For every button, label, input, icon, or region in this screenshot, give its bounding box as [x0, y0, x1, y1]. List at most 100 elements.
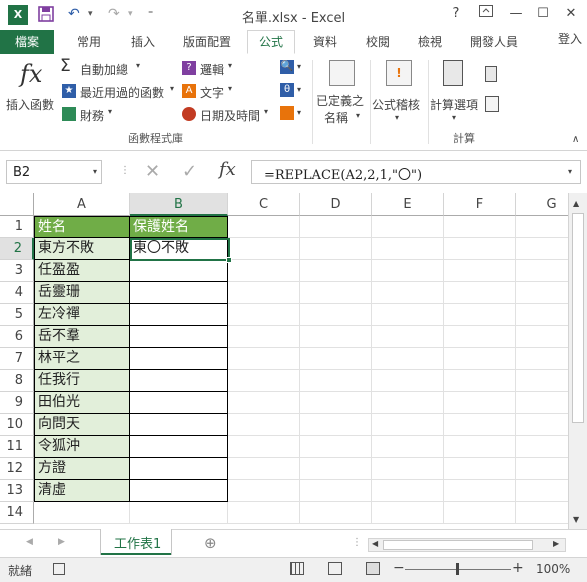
zoom-slider-thumb[interactable] — [456, 563, 459, 575]
cell-b14[interactable] — [130, 502, 228, 524]
cell-b9[interactable] — [130, 392, 228, 414]
column-header-e[interactable]: E — [372, 193, 444, 216]
cell-b11[interactable] — [130, 436, 228, 458]
calc-options-button[interactable]: 計算選項 ▾ — [430, 58, 482, 126]
cell-a7[interactable]: 林平之 — [34, 348, 130, 370]
cell-b5[interactable] — [130, 304, 228, 326]
cell-d12[interactable] — [300, 458, 372, 480]
add-sheet-icon[interactable]: ⊕ — [204, 534, 217, 552]
more-functions-button[interactable]: ▾ — [280, 106, 308, 124]
zoom-in-button[interactable]: + — [512, 560, 524, 576]
calc-sheet-icon[interactable] — [485, 96, 499, 112]
cell-e2[interactable] — [372, 238, 444, 260]
drag-handle-icon[interactable]: ⋮ — [120, 165, 130, 176]
cell-c12[interactable] — [228, 458, 300, 480]
cell-a8[interactable]: 任我行 — [34, 370, 130, 392]
scroll-down-icon[interactable]: ▼ — [573, 515, 579, 524]
row-header-5[interactable]: 5 — [0, 304, 34, 326]
cell-g2[interactable] — [516, 238, 568, 260]
cell-a4[interactable]: 岳靈珊 — [34, 282, 130, 304]
close-button[interactable]: ✕ — [558, 4, 584, 24]
column-header-a[interactable]: A — [34, 193, 130, 216]
cell-g4[interactable] — [516, 282, 568, 304]
cell-d3[interactable] — [300, 260, 372, 282]
cell-g3[interactable] — [516, 260, 568, 282]
logical-button[interactable]: ? 邏輯 ▾ — [180, 58, 250, 78]
cell-b3[interactable] — [130, 260, 228, 282]
tab-home[interactable]: 常用 — [77, 33, 101, 50]
cell-g11[interactable] — [516, 436, 568, 458]
cell-b10[interactable] — [130, 414, 228, 436]
next-sheet-icon[interactable]: ▶ — [58, 537, 65, 547]
calc-now-icon[interactable] — [485, 66, 497, 82]
tab-view[interactable]: 檢視 — [418, 33, 442, 50]
row-header-12[interactable]: 12 — [0, 458, 34, 480]
scroll-left-icon[interactable]: ◀ — [372, 539, 378, 548]
row-header-1[interactable]: 1 — [0, 216, 34, 238]
cell-a12[interactable]: 方證 — [34, 458, 130, 480]
cell-g5[interactable] — [516, 304, 568, 326]
cell-a10[interactable]: 向問天 — [34, 414, 130, 436]
cell-f2[interactable] — [444, 238, 516, 260]
cell-g9[interactable] — [516, 392, 568, 414]
cell-c1[interactable] — [228, 216, 300, 238]
cell-e8[interactable] — [372, 370, 444, 392]
row-header-13[interactable]: 13 — [0, 480, 34, 502]
cell-c4[interactable] — [228, 282, 300, 304]
scroll-thumb[interactable] — [572, 213, 584, 423]
horizontal-scrollbar[interactable]: ◀ ▶ — [368, 538, 566, 552]
cell-e9[interactable] — [372, 392, 444, 414]
cell-e14[interactable] — [372, 502, 444, 524]
sheet-tab-1[interactable]: 工作表1 — [101, 529, 171, 555]
financial-button[interactable]: 財務 ▾ — [60, 104, 130, 124]
cell-a11[interactable]: 令狐沖 — [34, 436, 130, 458]
cell-a9[interactable]: 田伯光 — [34, 392, 130, 414]
cell-e6[interactable] — [372, 326, 444, 348]
cell-g13[interactable] — [516, 480, 568, 502]
cell-c7[interactable] — [228, 348, 300, 370]
cell-e11[interactable] — [372, 436, 444, 458]
column-header-g[interactable]: G — [516, 193, 568, 216]
row-header-11[interactable]: 11 — [0, 436, 34, 458]
tab-review[interactable]: 校閱 — [366, 33, 390, 50]
normal-view-icon[interactable] — [290, 562, 304, 575]
cell-f10[interactable] — [444, 414, 516, 436]
macro-record-icon[interactable] — [53, 563, 65, 575]
defined-names-button[interactable]: 已定義之 名稱 ▾ — [316, 58, 368, 126]
collapse-ribbon-icon[interactable]: ∧ — [572, 134, 579, 145]
cell-d6[interactable] — [300, 326, 372, 348]
cell-e3[interactable] — [372, 260, 444, 282]
cell-f8[interactable] — [444, 370, 516, 392]
scroll-up-icon[interactable]: ▲ — [573, 199, 579, 208]
cell-g12[interactable] — [516, 458, 568, 480]
cell-c3[interactable] — [228, 260, 300, 282]
cell-g8[interactable] — [516, 370, 568, 392]
row-header-2[interactable]: 2 — [0, 238, 34, 260]
ribbon-display-button[interactable] — [473, 4, 499, 24]
row-header-7[interactable]: 7 — [0, 348, 34, 370]
cell-c2[interactable] — [228, 238, 300, 260]
cell-d5[interactable] — [300, 304, 372, 326]
cell-f1[interactable] — [444, 216, 516, 238]
cell-d7[interactable] — [300, 348, 372, 370]
cell-e12[interactable] — [372, 458, 444, 480]
scroll-right-icon[interactable]: ▶ — [553, 539, 559, 548]
minimize-button[interactable]: — — [503, 4, 529, 24]
cell-c10[interactable] — [228, 414, 300, 436]
cell-e5[interactable] — [372, 304, 444, 326]
expand-formula-icon[interactable]: ▾ — [568, 167, 572, 176]
maximize-button[interactable]: ☐ — [530, 4, 556, 24]
cell-a1[interactable]: 姓名 — [34, 216, 130, 238]
cell-f4[interactable] — [444, 282, 516, 304]
cancel-icon[interactable]: ✕ — [145, 161, 160, 182]
tab-splitter-icon[interactable]: ⋮ — [352, 537, 362, 548]
column-header-f[interactable]: F — [444, 193, 516, 216]
cell-a14[interactable] — [34, 502, 130, 524]
formula-auditing-button[interactable]: ! 公式稽核 ▾ — [372, 58, 426, 126]
row-header-10[interactable]: 10 — [0, 414, 34, 436]
row-header-3[interactable]: 3 — [0, 260, 34, 282]
cell-g1[interactable] — [516, 216, 568, 238]
cell-g6[interactable] — [516, 326, 568, 348]
cell-b4[interactable] — [130, 282, 228, 304]
formula-input[interactable]: =REPLACE(A2,2,1,"〇") — [251, 160, 581, 184]
